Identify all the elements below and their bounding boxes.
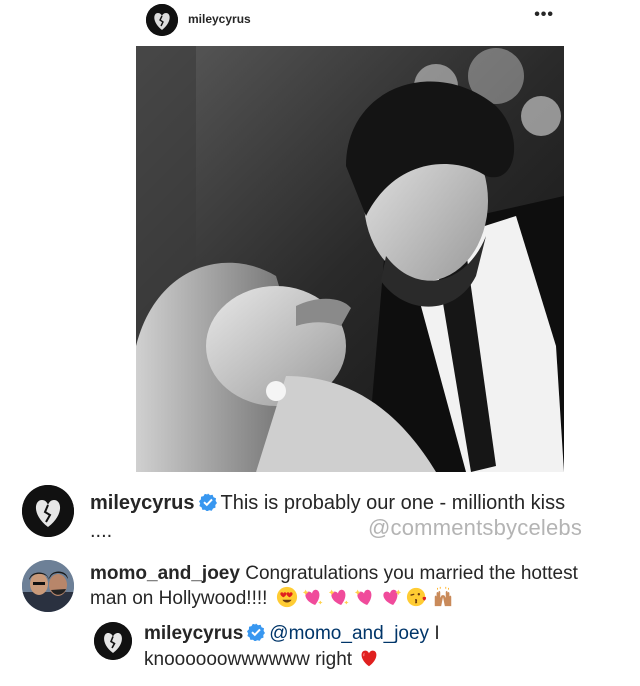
raising-hands-emoji — [431, 586, 455, 608]
mention-link[interactable]: @momo_and_joey — [269, 623, 429, 644]
sparkling-heart-emoji — [301, 586, 325, 608]
red-heart-emoji — [357, 647, 381, 669]
sparkling-heart-emoji — [353, 586, 377, 608]
comment-username[interactable]: mileycyrus — [144, 623, 243, 644]
comment-avatar-momo-and-joey[interactable] — [22, 560, 74, 612]
comment-text-2: momo_and_joey Congratulations you marrie… — [90, 561, 610, 611]
comment-continuation: .... — [90, 520, 113, 542]
comment-username[interactable]: momo_and_joey — [90, 563, 240, 584]
post-photo[interactable] — [136, 46, 564, 472]
sparkling-heart-emoji — [327, 586, 351, 608]
reply-text: mileycyrus @momo_and_joey I knoooooowwwww… — [144, 621, 604, 673]
post-header: mileycyrus ••• — [136, 0, 564, 40]
emoji-row — [275, 586, 455, 608]
comment-username[interactable]: mileycyrus — [90, 492, 195, 514]
verified-badge-icon — [198, 493, 217, 511]
heart-eyes-emoji — [275, 586, 299, 608]
more-options-icon[interactable]: ••• — [534, 6, 554, 24]
reply-avatar-mileycyrus[interactable] — [94, 622, 132, 660]
comment-avatar-mileycyrus[interactable] — [22, 485, 74, 537]
post-username[interactable]: mileycyrus — [188, 12, 251, 26]
verified-badge-icon — [247, 623, 266, 641]
comment-body: This is probably our one - millionth kis… — [220, 492, 566, 514]
kissing-heart-emoji — [405, 586, 429, 608]
profile-avatar[interactable] — [146, 4, 178, 36]
sparkling-heart-emoji — [379, 586, 403, 608]
watermark-text: @commentsbycelebs — [368, 515, 583, 540]
